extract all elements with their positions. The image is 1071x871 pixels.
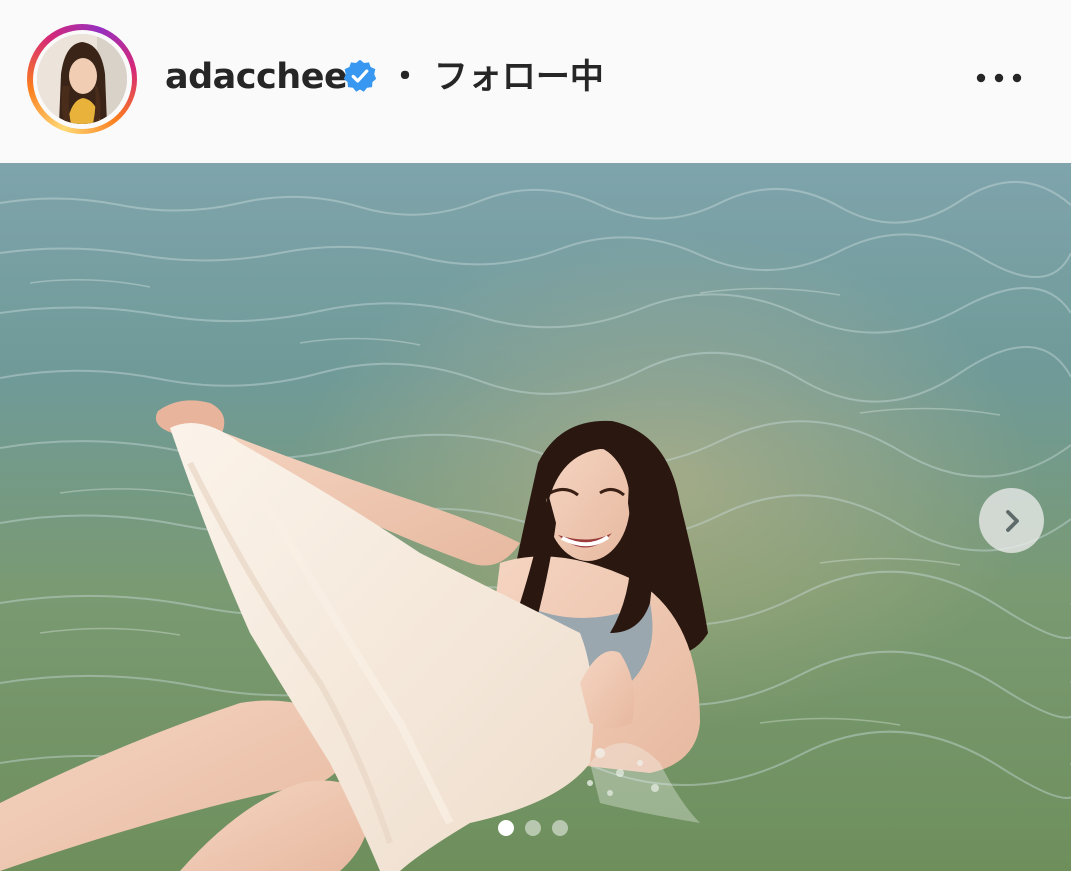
more-horizontal-icon[interactable] xyxy=(972,64,1026,92)
avatar[interactable] xyxy=(37,34,127,124)
verified-badge-icon xyxy=(343,59,377,92)
following-status[interactable]: ・ フォロー中 xyxy=(388,52,604,102)
post-photo[interactable] xyxy=(0,163,1071,871)
chevron-right-icon xyxy=(1005,509,1019,532)
carousel-dot-1 xyxy=(498,820,514,836)
avatar-image xyxy=(37,34,127,124)
story-ring[interactable] xyxy=(27,24,137,134)
photo-image xyxy=(0,163,1071,871)
username-link[interactable]: adacchee xyxy=(165,52,348,102)
carousel-dot-3 xyxy=(552,820,568,836)
post-header: adacchee ・ フォロー中 xyxy=(0,0,1071,163)
next-photo-button[interactable] xyxy=(979,488,1044,553)
carousel-dot-2 xyxy=(525,820,541,836)
carousel-indicator xyxy=(498,820,568,836)
